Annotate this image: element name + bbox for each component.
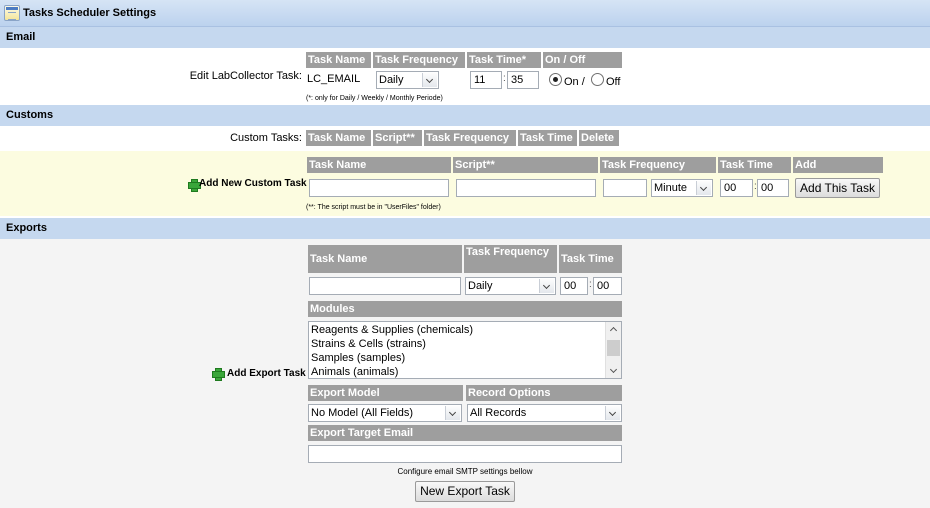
export-model-select[interactable]: No Model (All Fields) — [308, 404, 462, 422]
section-customs: Customs — [0, 105, 930, 126]
custom-hour-input[interactable]: 00 — [720, 179, 753, 197]
module-option[interactable]: Strains & Cells (strains) — [309, 337, 621, 351]
add-icon[interactable] — [212, 368, 225, 381]
export-header-export-model: Export Model — [308, 385, 463, 401]
export-model-value: No Model (All Fields) — [311, 407, 414, 419]
custom-header-task-time: Task Time — [518, 130, 577, 146]
custom-frequency-unit-select[interactable]: Minute — [651, 179, 713, 197]
scroll-down-icon[interactable] — [606, 364, 621, 378]
page-title: Tasks Scheduler Settings — [23, 7, 157, 19]
email-header-task-time: Task Time* — [467, 52, 541, 68]
email-hour-input[interactable]: 11 — [470, 71, 502, 89]
email-minute-input[interactable]: 35 — [507, 71, 539, 89]
export-task-name-input[interactable] — [309, 277, 461, 295]
export-frequency-select[interactable]: Daily — [465, 277, 556, 295]
email-header-task-frequency: Task Frequency — [373, 52, 465, 68]
module-option[interactable]: Samples (samples) — [309, 351, 621, 365]
email-header-on-off: On / Off — [543, 52, 622, 68]
email-frequency-value: Daily — [379, 74, 404, 86]
custom-script-note: (**: The script must be in "UserFiles" f… — [306, 204, 441, 211]
modules-listbox[interactable]: Reagents & Supplies (chemicals) Strains … — [308, 321, 622, 379]
add-icon[interactable] — [188, 179, 201, 192]
module-option[interactable]: Reagents & Supplies (chemicals) — [309, 323, 621, 337]
add-custom-header-task-time: Task Time — [718, 157, 791, 173]
custom-task-name-input[interactable] — [309, 179, 449, 197]
time-separator: : — [589, 279, 592, 290]
email-off-label: Off — [606, 76, 621, 88]
modules-scrollbar[interactable] — [605, 322, 621, 378]
export-frequency-value: Daily — [468, 280, 493, 292]
export-header-record-options: Record Options — [466, 385, 622, 401]
record-options-value: All Records — [470, 407, 527, 419]
custom-tasks-label: Custom Tasks: — [230, 132, 302, 144]
chevron-down-icon — [539, 279, 554, 293]
add-custom-task-label[interactable]: Add New Custom Task — [199, 178, 307, 189]
export-header-modules: Modules — [308, 301, 622, 317]
export-header-target-email: Export Target Email — [308, 425, 622, 441]
export-target-email-input[interactable] — [308, 445, 622, 463]
add-custom-header-task-name: Task Name — [307, 157, 451, 173]
custom-minute-input[interactable]: 00 — [757, 179, 789, 197]
email-note: (*: only for Daily / Weekly / Monthly Pe… — [306, 95, 443, 102]
section-email: Email — [0, 27, 930, 48]
add-custom-header-add: Add — [793, 157, 883, 173]
export-header-task-name: Task Name — [308, 245, 462, 273]
chevron-down-icon — [605, 406, 620, 420]
smtp-note: Configure email SMTP settings bellow — [397, 467, 533, 476]
custom-header-delete: Delete — [579, 130, 619, 146]
calendar-icon — [4, 5, 20, 21]
scrollbar-thumb[interactable] — [607, 340, 620, 356]
custom-header-task-name: Task Name — [306, 130, 371, 146]
module-option[interactable]: Animals (animals) — [309, 365, 621, 378]
custom-script-input[interactable] — [456, 179, 596, 197]
add-this-task-button[interactable]: Add This Task — [795, 178, 880, 198]
section-exports: Exports — [0, 218, 930, 239]
chevron-down-icon — [422, 73, 437, 87]
email-off-radio[interactable] — [591, 73, 604, 86]
chevron-down-icon — [445, 406, 460, 420]
time-separator: : — [503, 73, 506, 84]
custom-header-script: Script** — [373, 130, 422, 146]
export-minute-input[interactable]: 00 — [593, 277, 622, 295]
email-on-label: On / — [564, 76, 585, 88]
custom-frequency-value-input[interactable] — [603, 179, 647, 197]
record-options-select[interactable]: All Records — [467, 404, 622, 422]
add-custom-header-script: Script** — [453, 157, 598, 173]
export-header-task-time: Task Time — [559, 245, 622, 273]
scroll-up-icon[interactable] — [606, 322, 621, 336]
export-header-task-frequency: Task Frequency — [464, 245, 557, 273]
email-on-radio[interactable] — [549, 73, 562, 86]
email-row-label: Edit LabCollector Task: — [189, 70, 302, 82]
window-title-bar: Tasks Scheduler Settings — [0, 0, 930, 27]
email-header-task-name: Task Name — [306, 52, 371, 68]
chevron-down-icon — [696, 181, 711, 195]
new-export-task-button[interactable]: New Export Task — [415, 481, 515, 502]
add-custom-header-task-frequency: Task Frequency — [600, 157, 716, 173]
custom-frequency-unit-value: Minute — [654, 182, 688, 194]
export-hour-input[interactable]: 00 — [560, 277, 588, 295]
add-export-task-label[interactable]: Add Export Task — [227, 368, 306, 379]
email-task-name: LC_EMAIL — [307, 73, 361, 85]
email-frequency-select[interactable]: Daily — [376, 71, 439, 89]
custom-header-task-frequency: Task Frequency — [424, 130, 516, 146]
